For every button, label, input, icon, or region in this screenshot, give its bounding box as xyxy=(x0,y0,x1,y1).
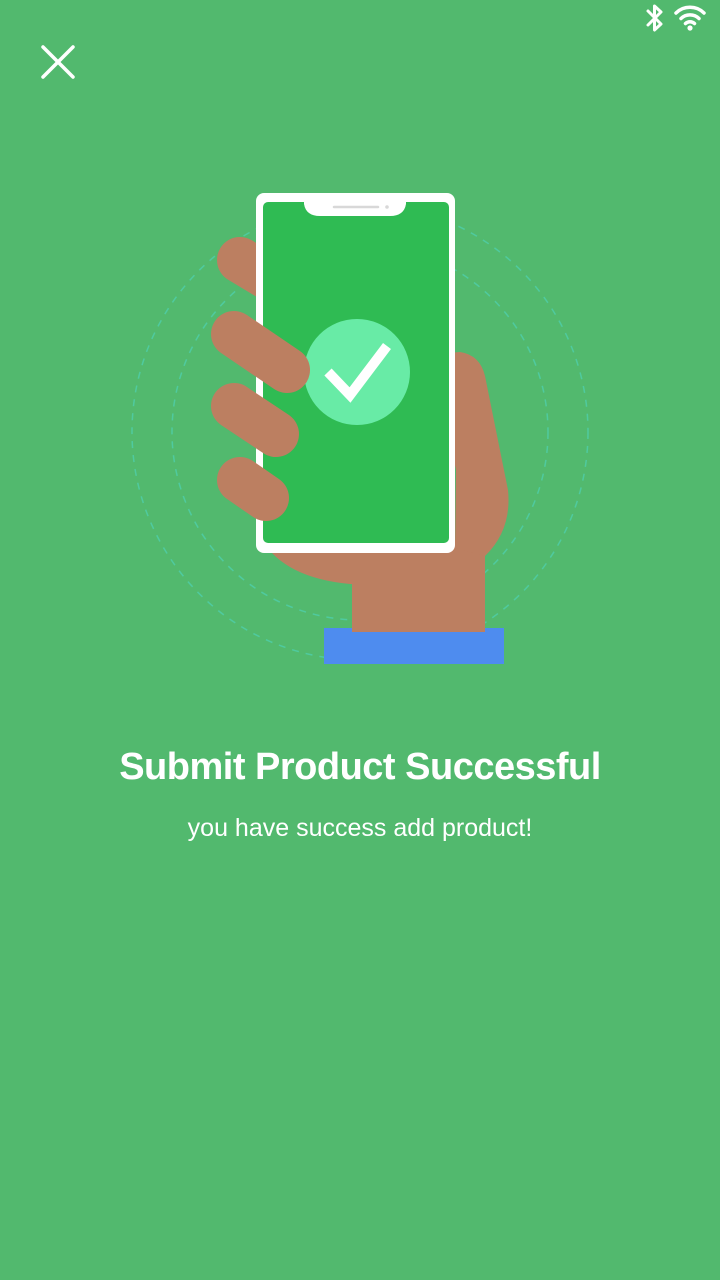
check-circle xyxy=(304,319,410,425)
finger-2 xyxy=(211,383,299,457)
success-illustration xyxy=(131,193,589,664)
sleeve xyxy=(324,628,504,664)
page-title: Submit Product Successful xyxy=(119,746,601,788)
finger-3 xyxy=(217,457,289,521)
finger-1 xyxy=(211,311,310,393)
page-subtitle: you have success add product! xyxy=(187,814,533,842)
